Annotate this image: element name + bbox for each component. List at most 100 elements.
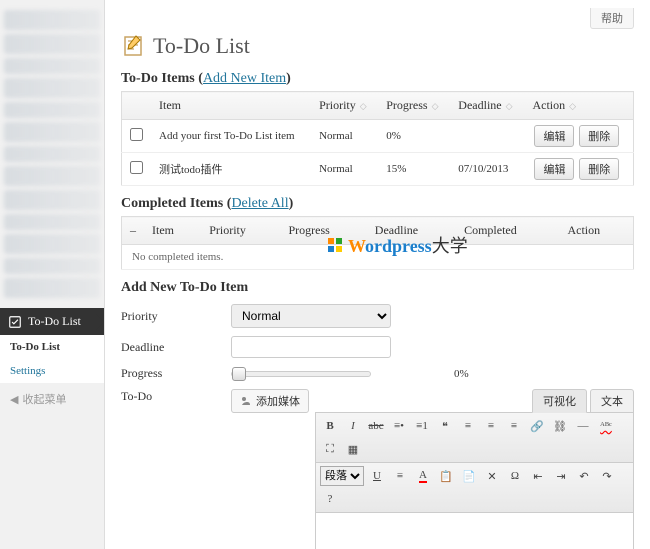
text-color-icon[interactable]: A <box>413 466 433 486</box>
paste-text-icon[interactable]: 📋 <box>436 466 456 486</box>
completed-items-table: – Item Priority Progress Deadline Comple… <box>121 216 634 270</box>
bullet-list-icon[interactable]: ≡• <box>389 416 409 436</box>
cell-deadline <box>450 120 524 153</box>
align-left-icon[interactable]: ≡ <box>458 416 478 436</box>
delete-button[interactable]: 删除 <box>579 125 619 147</box>
progress-value: 0% <box>454 368 469 380</box>
slider-thumb[interactable] <box>232 367 246 381</box>
col-item[interactable]: Item <box>151 92 311 120</box>
link-icon[interactable]: 🔗 <box>527 416 547 436</box>
col-deadline: Deadline <box>367 217 456 245</box>
sidebar-active-label: To-Do List <box>28 314 81 329</box>
empty-row: No completed items. <box>122 245 634 270</box>
todo-items-table: Item Priority Progress Deadline Action A… <box>121 91 634 186</box>
cell-progress: 0% <box>378 120 450 153</box>
spellcheck-icon[interactable]: ᴬᴮᶜ <box>596 416 616 436</box>
fullscreen-icon[interactable]: ⛶ <box>320 439 340 459</box>
media-icon <box>240 395 252 407</box>
table-row: 测试todo插件 Normal 15% 07/10/2013 编辑 删除 <box>122 153 634 186</box>
undo-icon[interactable]: ↶ <box>574 466 594 486</box>
more-icon[interactable]: — <box>573 416 593 436</box>
kitchen-sink-icon[interactable]: ▦ <box>343 439 363 459</box>
help-icon[interactable]: ? <box>320 489 340 509</box>
indent-icon[interactable]: ⇥ <box>551 466 571 486</box>
sidebar-item-blur <box>4 278 100 298</box>
row-checkbox[interactable] <box>130 161 143 174</box>
main-content: 帮助 To-Do List To-Do Items (Add New Item)… <box>105 0 650 549</box>
redo-icon[interactable]: ↷ <box>597 466 617 486</box>
sidebar-sub-settings[interactable]: Settings <box>0 359 104 383</box>
col-progress: Progress <box>280 217 366 245</box>
sidebar-item-blur <box>4 166 100 186</box>
paste-word-icon[interactable]: 📄 <box>459 466 479 486</box>
col-priority[interactable]: Priority <box>311 92 378 120</box>
number-list-icon[interactable]: ≡1 <box>412 416 432 436</box>
cell-priority: Normal <box>311 120 378 153</box>
editor-toolbar-1: B I abc ≡• ≡1 ❝ ≡ ≡ ≡ 🔗 ⛓ — ᴬᴮᶜ ⛶ <box>315 412 634 463</box>
sidebar-item-blur <box>4 190 100 210</box>
sidebar-item-blur <box>4 146 100 162</box>
outdent-icon[interactable]: ⇤ <box>528 466 548 486</box>
row-checkbox[interactable] <box>130 128 143 141</box>
add-media-button[interactable]: 添加媒体 <box>231 389 309 413</box>
table-row: Add your first To-Do List item Normal 0%… <box>122 120 634 153</box>
help-tab[interactable]: 帮助 <box>590 8 634 29</box>
col-item: Item <box>144 217 201 245</box>
notepad-icon <box>121 34 145 58</box>
unlink-icon[interactable]: ⛓ <box>550 416 570 436</box>
col-action[interactable]: Action <box>524 92 633 120</box>
sidebar-item-blur <box>4 58 100 74</box>
add-new-item-link[interactable]: Add New Item <box>203 71 286 86</box>
special-char-icon[interactable]: Ω <box>505 466 525 486</box>
align-right-icon[interactable]: ≡ <box>504 416 524 436</box>
admin-sidebar: To-Do List To-Do List Settings ◀ 收起菜单 <box>0 0 105 549</box>
cell-item: 测试todo插件 <box>151 153 311 186</box>
tab-text[interactable]: 文本 <box>590 389 634 413</box>
deadline-input[interactable] <box>231 336 391 358</box>
italic-icon[interactable]: I <box>343 416 363 436</box>
priority-select[interactable]: Normal <box>231 304 391 328</box>
paragraph-select[interactable]: 段落 <box>320 466 364 486</box>
collapse-label: 收起菜单 <box>22 391 66 407</box>
page-title-text: To-Do List <box>153 33 250 59</box>
editor-textarea[interactable] <box>315 513 634 549</box>
cell-deadline: 07/10/2013 <box>450 153 524 186</box>
sidebar-item-blur <box>4 78 100 98</box>
cell-item: Add your first To-Do List item <box>151 120 311 153</box>
sidebar-sub-todo-list[interactable]: To-Do List <box>0 335 104 359</box>
edit-button[interactable]: 编辑 <box>534 158 574 180</box>
strike-icon[interactable]: abc <box>366 416 386 436</box>
bold-icon[interactable]: B <box>320 416 340 436</box>
col-completed: Completed <box>456 217 559 245</box>
tab-visual[interactable]: 可视化 <box>532 389 587 413</box>
collapse-menu[interactable]: ◀ 收起菜单 <box>0 383 104 415</box>
checklist-icon <box>8 315 22 329</box>
delete-button[interactable]: 删除 <box>579 158 619 180</box>
page-title: To-Do List <box>121 33 634 59</box>
priority-label: Priority <box>121 309 231 324</box>
delete-all-link[interactable]: Delete All <box>231 196 288 211</box>
completed-items-heading: Completed Items (Delete All) <box>121 196 634 212</box>
col-progress[interactable]: Progress <box>378 92 450 120</box>
todo-label: To-Do <box>121 389 231 404</box>
cell-priority: Normal <box>311 153 378 186</box>
edit-button[interactable]: 编辑 <box>534 125 574 147</box>
editor-toolbar-2: 段落 U ≡ A 📋 📄 ✕ Ω ⇤ ⇥ ↶ ↷ ? <box>315 463 634 513</box>
sidebar-item-todo-list[interactable]: To-Do List <box>0 308 104 335</box>
col-action: Action <box>559 217 633 245</box>
sidebar-item-blur <box>4 102 100 118</box>
underline-icon[interactable]: U <box>367 466 387 486</box>
add-new-item-heading: Add New To-Do Item <box>121 280 634 296</box>
clear-format-icon[interactable]: ✕ <box>482 466 502 486</box>
align-center-icon[interactable]: ≡ <box>481 416 501 436</box>
deadline-label: Deadline <box>121 340 231 355</box>
progress-slider[interactable] <box>231 371 371 377</box>
sidebar-item-blur <box>4 122 100 142</box>
editor: 可视化 文本 B I abc ≡• ≡1 ❝ ≡ ≡ ≡ 🔗 ⛓ <box>315 389 634 549</box>
col-deadline[interactable]: Deadline <box>450 92 524 120</box>
sidebar-item-blur <box>4 214 100 230</box>
align-justify-icon[interactable]: ≡ <box>390 466 410 486</box>
sidebar-item-blur <box>4 258 100 274</box>
cell-progress: 15% <box>378 153 450 186</box>
blockquote-icon[interactable]: ❝ <box>435 416 455 436</box>
